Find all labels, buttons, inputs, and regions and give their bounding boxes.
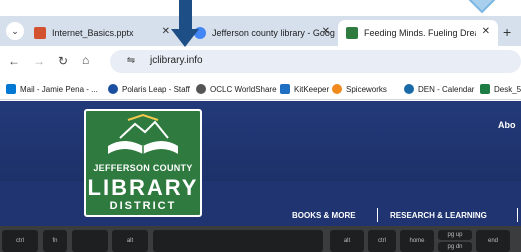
key-pgdn: pg dn bbox=[438, 242, 472, 252]
kitkeeper-icon bbox=[280, 84, 290, 94]
polaris-icon bbox=[108, 84, 118, 94]
bookmark-label: Desk_5 bbox=[494, 84, 521, 94]
bookmark-mail[interactable]: Mail - Jamie Pena - ... bbox=[6, 82, 98, 96]
nav-research-learning[interactable]: RESEARCH & LEARNING bbox=[390, 211, 487, 220]
bookmark-spiceworks[interactable]: Spiceworks bbox=[332, 82, 387, 96]
slide-heading-strip bbox=[0, 0, 521, 16]
nav-divider bbox=[377, 208, 378, 222]
close-icon[interactable]: ✕ bbox=[162, 26, 170, 37]
bookmark-polaris[interactable]: Polaris Leap - Staff bbox=[108, 82, 190, 96]
key-end: end bbox=[476, 230, 510, 252]
tab-jefferson-search[interactable]: Jefferson county library - Goog ✕ bbox=[188, 20, 338, 46]
nav-about-link[interactable]: Abo bbox=[498, 120, 516, 130]
bookmark-label: Mail - Jamie Pena - ... bbox=[20, 84, 98, 94]
logo-text-line3: DISTRICT bbox=[109, 200, 177, 212]
key-space bbox=[153, 230, 323, 252]
powerpoint-icon bbox=[34, 27, 46, 39]
tab-title: Jefferson county library - Goog bbox=[212, 28, 335, 38]
bookmark-label: OCLC WorldShare bbox=[210, 84, 277, 94]
bookmark-label: DEN - Calendar bbox=[418, 84, 475, 94]
forward-icon[interactable]: → bbox=[33, 54, 45, 68]
library-favicon-icon bbox=[346, 27, 358, 39]
tab-library-site[interactable]: Feeding Minds. Fueling Dreams ✕ bbox=[338, 20, 498, 46]
back-icon[interactable]: ← bbox=[8, 54, 20, 68]
bookmark-label: Polaris Leap - Staff bbox=[122, 84, 190, 94]
tab-title: Internet_Basics.pptx bbox=[52, 28, 134, 38]
website-header-gradient bbox=[0, 101, 521, 181]
url-text: jclibrary.info bbox=[150, 55, 203, 66]
screenshot: ⌄ Internet_Basics.pptx ✕ Jefferson count… bbox=[0, 0, 521, 252]
nav-books-more[interactable]: BOOKS & MORE bbox=[292, 211, 356, 220]
home-icon[interactable]: ⌂ bbox=[82, 53, 89, 67]
bookmark-oclc[interactable]: OCLC WorldShare bbox=[196, 82, 277, 96]
new-tab-button[interactable]: + bbox=[503, 24, 511, 40]
tab-search-button[interactable]: ⌄ bbox=[6, 22, 24, 40]
chevron-down-icon: ⌄ bbox=[11, 25, 19, 36]
book-mountain-icon bbox=[108, 113, 178, 154]
globe-icon bbox=[196, 84, 206, 94]
close-icon[interactable]: ✕ bbox=[322, 26, 330, 37]
site-info-icon[interactable]: ⇋ bbox=[124, 54, 138, 68]
arrow-pointer bbox=[179, 0, 192, 30]
arrow-pointer-head bbox=[171, 29, 199, 47]
heart-shape bbox=[468, 0, 496, 14]
key-fn: fn bbox=[43, 230, 67, 252]
bookmark-kitkeeper[interactable]: KitKeeper bbox=[280, 82, 329, 96]
key-ctrl-left: ctrl bbox=[2, 230, 38, 252]
key-pgup: pg up bbox=[438, 230, 472, 240]
spiceworks-icon bbox=[332, 84, 342, 94]
excel-icon bbox=[480, 84, 490, 94]
calendar-icon bbox=[404, 84, 414, 94]
nav-divider bbox=[517, 208, 518, 222]
reload-icon[interactable]: ↻ bbox=[58, 54, 68, 68]
bookmark-den-calendar[interactable]: DEN - Calendar bbox=[404, 82, 474, 96]
key-home: home bbox=[400, 230, 434, 252]
key-windows bbox=[72, 230, 108, 252]
logo-text-line2: LIBRARY bbox=[87, 175, 199, 200]
key-ctrl-right: ctrl bbox=[368, 230, 396, 252]
key-alt-right: alt bbox=[330, 230, 364, 252]
bookmark-label: Spiceworks bbox=[346, 84, 387, 94]
bookmark-label: KitKeeper bbox=[294, 84, 330, 94]
close-icon[interactable]: ✕ bbox=[482, 26, 490, 37]
tab-internet-basics[interactable]: Internet_Basics.pptx ✕ bbox=[28, 20, 178, 46]
logo-text-line1: JEFFERSON COUNTY bbox=[93, 163, 193, 173]
bookmark-desk5[interactable]: Desk_5 bbox=[480, 82, 521, 96]
key-alt-left: alt bbox=[112, 230, 148, 252]
tab-title: Feeding Minds. Fueling Dreams bbox=[364, 28, 476, 38]
outlook-icon bbox=[6, 84, 16, 94]
